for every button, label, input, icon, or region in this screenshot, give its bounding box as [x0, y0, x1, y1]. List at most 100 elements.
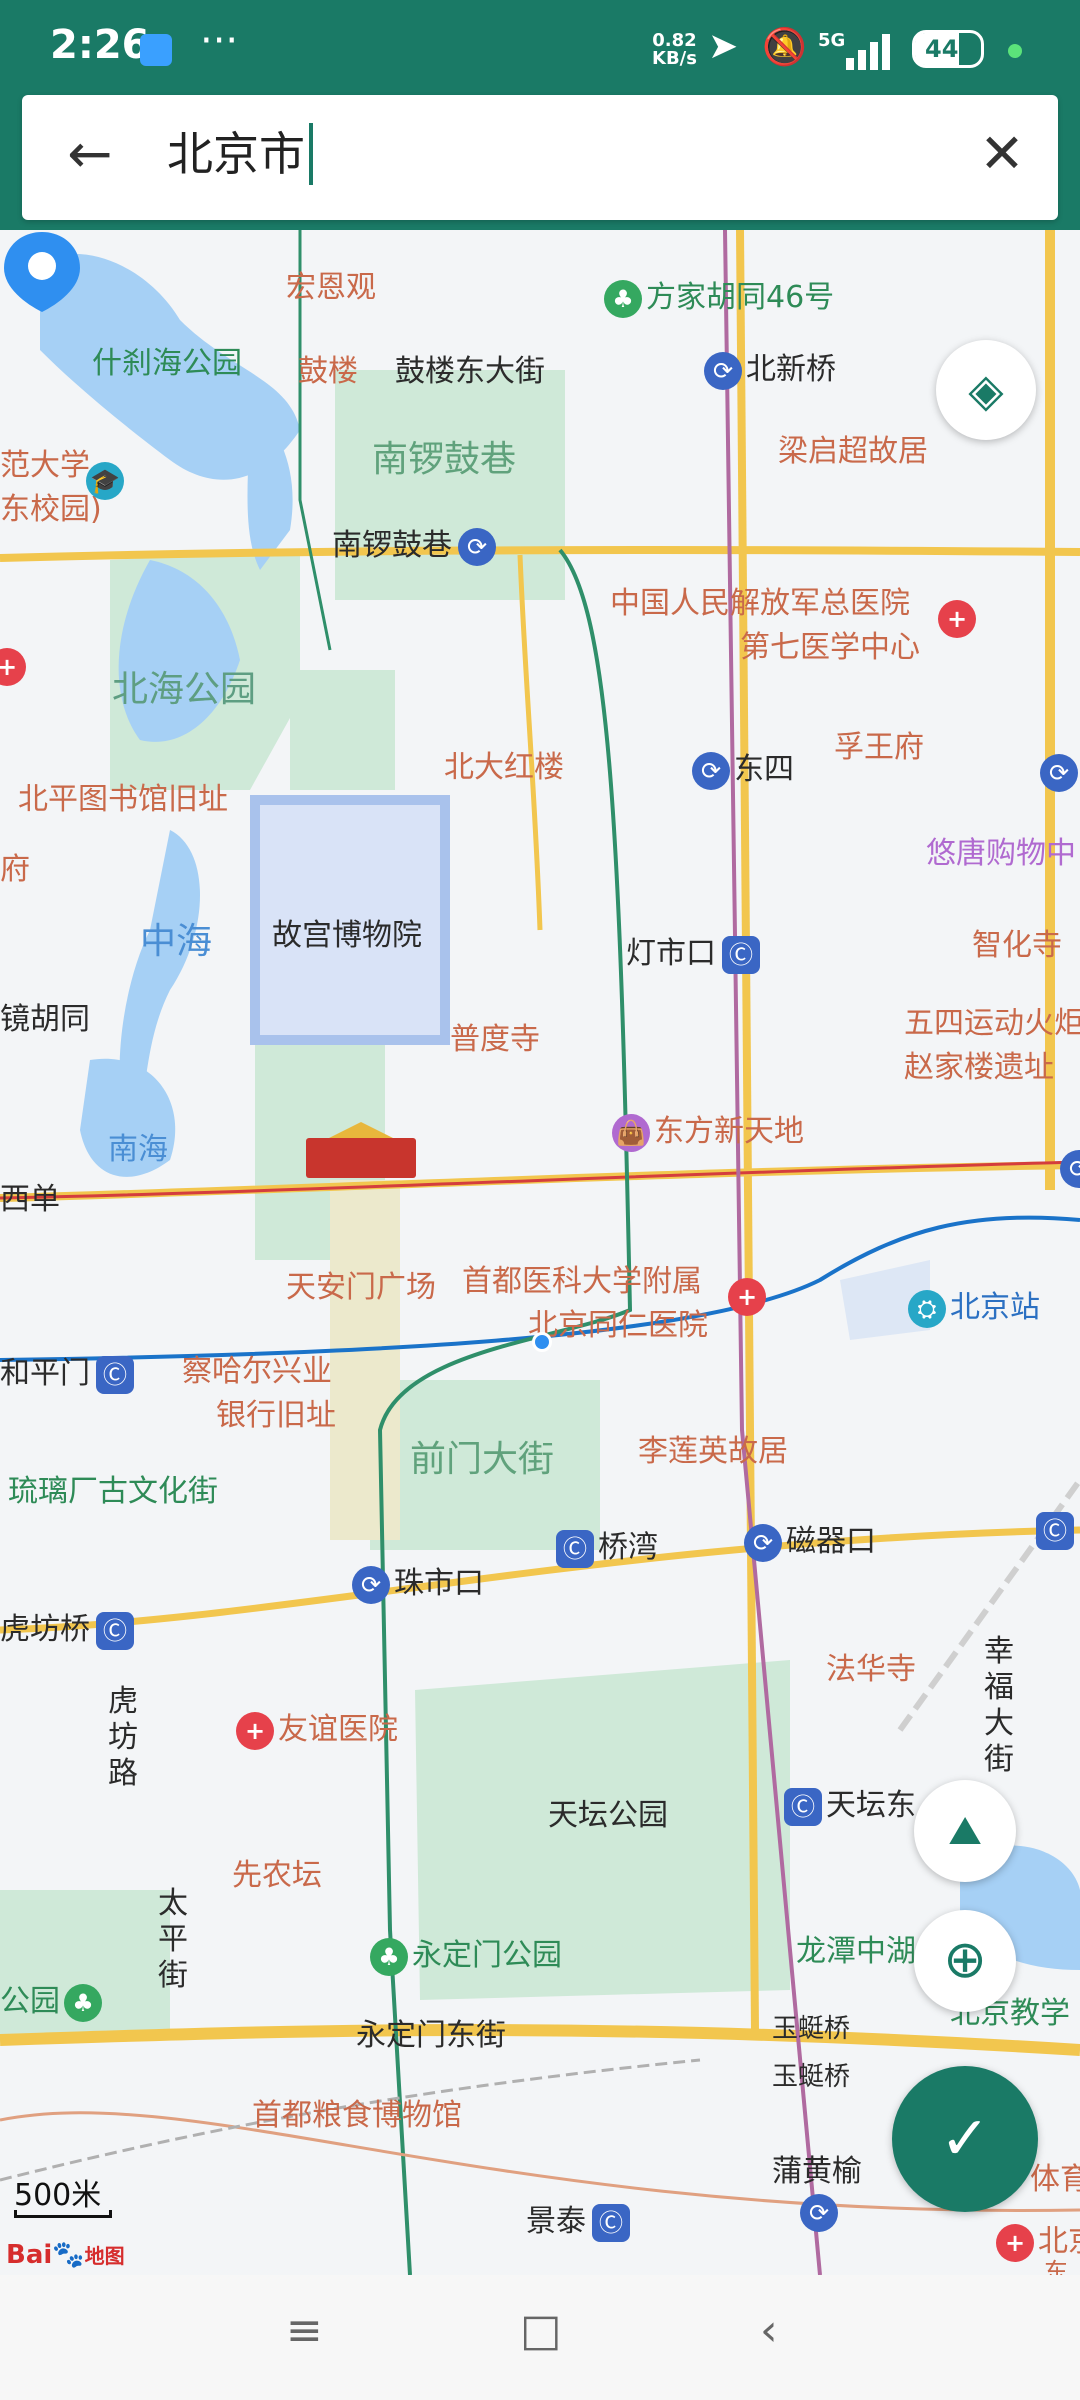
map-label-tiantan-east[interactable]: Ⓒ 天坛东: [784, 1780, 916, 1826]
map-label-yuyingqiao-1[interactable]: 玉蜓桥: [772, 2008, 850, 2045]
map-label-fuwang-mansion[interactable]: 孚王府: [834, 722, 924, 766]
map-label-yuyingqiao-2[interactable]: 玉蜓桥: [772, 2056, 850, 2093]
label-text: 方家胡同46号: [646, 280, 835, 315]
map-label-jing-hutong[interactable]: 镜胡同: [0, 994, 90, 1038]
map-label-xidan[interactable]: 西单: [0, 1174, 60, 1218]
map-label-sports[interactable]: 体育: [1030, 2154, 1080, 2198]
tiananmen-gate-icon[interactable]: [306, 1122, 416, 1178]
map-label-pla-hospital[interactable]: 中国人民解放军总医院 第七医学中心: [610, 578, 920, 666]
menu-icon[interactable]: ≡: [286, 2305, 323, 2356]
map-label-pudu-temple[interactable]: 普度寺: [450, 1014, 540, 1058]
map-label-beihai-park[interactable]: 北海公园: [112, 660, 256, 712]
label-text: 北新桥: [746, 352, 836, 387]
map-label-tiananmen-square[interactable]: 天安门广场: [286, 1262, 436, 1306]
layers-button[interactable]: ◈: [936, 340, 1036, 440]
map-label-yongdingmen-park[interactable]: ♣ 永定门公园: [370, 1930, 562, 1976]
label-line-2: 赵家楼遗址: [904, 1050, 1054, 1085]
metro-icon[interactable]: ⟳: [1040, 754, 1078, 792]
map-label-qianmen-street[interactable]: 前门大街: [410, 1430, 554, 1482]
label-text: 珠市口: [394, 1566, 484, 1601]
map-label-puhuangyu[interactable]: 蒲黄榆: [772, 2146, 862, 2190]
map-label-shichahai[interactable]: 什刹海公园: [92, 338, 242, 382]
map-label-liulichang[interactable]: 琉璃厂古文化街: [8, 1466, 218, 1510]
map-label-hongen-temple[interactable]: 宏恩观: [286, 262, 376, 306]
map-label-xingfu-street[interactable]: 幸福大街: [984, 1634, 1018, 1778]
my-location-button[interactable]: ⊕: [914, 1910, 1016, 2012]
shopping-bag-icon: 👜: [612, 1113, 650, 1152]
metro-icon[interactable]: ⟳: [800, 2194, 838, 2232]
map-label-tongren-hospital[interactable]: 首都医科大学附属北京同仁医院: [462, 1256, 708, 1344]
map-label-may4th[interactable]: 五四运动火炬 赵家楼遗址: [904, 998, 1080, 1086]
map-label-beijing-station[interactable]: ⛭ 北京站: [908, 1282, 1040, 1328]
map-label-zhonghai[interactable]: 中海: [140, 912, 212, 964]
metro-icon: Ⓒ: [556, 1529, 594, 1568]
map-label-nanluoguxiang-area[interactable]: 南锣鼓巷: [372, 430, 516, 482]
label-text: 东方新天地: [654, 1114, 804, 1149]
label-text: 公园: [0, 1984, 60, 2019]
label-text: 南锣鼓巷: [332, 528, 452, 563]
map-label-hufangqiao[interactable]: 虎坊桥 Ⓒ: [0, 1604, 138, 1650]
map-label-yongdingmen-east[interactable]: 永定门东街: [356, 2010, 506, 2054]
map-label-beidahonglou[interactable]: 北大红楼: [444, 742, 564, 786]
hospital-icon: +: [728, 1278, 766, 1316]
metro-icon[interactable]: Ⓒ: [1036, 1512, 1074, 1550]
map-label-qiaowan[interactable]: Ⓒ 桥湾: [556, 1522, 658, 1568]
scale-bar: [14, 2210, 112, 2218]
map-label-chahaer-bank[interactable]: 察哈尔兴业 银行旧址: [182, 1346, 336, 1434]
back-icon[interactable]: ‹: [760, 2305, 778, 2356]
metro-icon: ⟳: [692, 751, 730, 790]
map-label-ciqikou[interactable]: ⟳ 磁器口: [744, 1516, 876, 1562]
map-label-longtan-lake[interactable]: 龙潭中湖: [796, 1926, 916, 1970]
label-text: 磁器口: [786, 1524, 876, 1559]
map-label-zhihua-temple[interactable]: 智化寺: [972, 920, 1062, 964]
map-label-gulou-east-street[interactable]: 鼓楼东大街: [395, 346, 545, 390]
map-label-nanhai[interactable]: 南海: [108, 1124, 168, 1168]
map-label-dongsi[interactable]: ⟳ 东四: [692, 744, 794, 790]
location-pin-icon[interactable]: [0, 230, 84, 314]
map-label-temple-of-heaven[interactable]: 天坛公园: [548, 1790, 668, 1834]
map-label-xiannongtan[interactable]: 先农坛: [232, 1850, 322, 1894]
mute-bell-icon: 🔕: [762, 27, 807, 68]
map-label-lilianying[interactable]: 李莲英故居: [638, 1426, 788, 1470]
map-label-gongyuan-left[interactable]: 公园 ♣: [0, 1976, 106, 2022]
map-label-fahua-temple[interactable]: 法华寺: [826, 1644, 916, 1688]
metro-icon: Ⓒ: [784, 1787, 822, 1826]
home-icon[interactable]: □: [520, 2305, 562, 2356]
map-label-fu-left[interactable]: 府: [0, 844, 30, 888]
app-notification-icon: [140, 34, 172, 66]
label-line-1: 首都医科大学附属: [462, 1264, 702, 1299]
map-label-liang-residence[interactable]: 梁启超故居: [778, 426, 928, 470]
map-label-jingtai[interactable]: 景泰 Ⓒ: [526, 2196, 634, 2242]
tree-icon: ♣: [604, 279, 642, 318]
map-label-youtang-mall[interactable]: 悠唐购物中: [926, 828, 1076, 872]
label-text: 灯市口: [626, 936, 716, 971]
map-label-beixinqiao[interactable]: ⟳ 北新桥: [704, 344, 836, 390]
map-label-beiping-library[interactable]: 北平图书馆旧址: [18, 774, 228, 818]
map-label-zhushikou[interactable]: ⟳ 珠市口: [352, 1558, 484, 1604]
map-label-gulou[interactable]: 鼓楼: [298, 346, 358, 390]
clear-icon[interactable]: ✕: [972, 125, 1032, 185]
confirm-button[interactable]: ✓: [892, 2066, 1038, 2212]
tree-icon: ♣: [370, 1937, 408, 1976]
map-label-dengshikou[interactable]: 灯市口 Ⓒ: [626, 928, 764, 974]
metro-icon: ⟳: [744, 1523, 782, 1562]
map-label-hepingmen[interactable]: 和平门 Ⓒ: [0, 1348, 138, 1394]
map-label-nanluoguxiang-station[interactable]: 南锣鼓巷 ⟳: [332, 520, 500, 566]
map-label-friendship-hospital[interactable]: + 友谊医院: [236, 1704, 398, 1750]
map-label-taiping-street[interactable]: 太平街: [158, 1886, 192, 1994]
map-view[interactable]: 宏恩观 ♣ 方家胡同46号 什刹海公园 鼓楼 鼓楼东大街 ⟳ 北新桥 范大学 东校园)…: [0, 230, 1080, 2275]
map-label-palace-museum[interactable]: 故宫博物院: [272, 910, 422, 954]
map-label-fangjia-hutong[interactable]: ♣ 方家胡同46号: [604, 272, 834, 318]
label-line-2: 银行旧址: [216, 1398, 336, 1433]
map-label-bj-right-2[interactable]: 东: [1044, 2252, 1068, 2275]
back-arrow-icon[interactable]: ←: [60, 125, 120, 185]
map-label-oriental-plaza[interactable]: 👜 东方新天地: [612, 1106, 804, 1152]
map-label-grain-museum[interactable]: 首都粮食博物馆: [252, 2090, 462, 2134]
search-input[interactable]: 北京市: [167, 123, 313, 185]
map-label-hufang-road[interactable]: 虎坊路: [108, 1684, 142, 1792]
logo-suffix: 地图: [84, 2244, 125, 2268]
terrain-button[interactable]: ⛰: [914, 1780, 1016, 1882]
label-line-2: 北京同仁医院: [528, 1308, 708, 1343]
status-bar: 2:26 ··· 0.82 KB/s ➤ 🔕 5G 44: [0, 0, 1080, 95]
scale-label: 500米: [14, 2178, 102, 2213]
